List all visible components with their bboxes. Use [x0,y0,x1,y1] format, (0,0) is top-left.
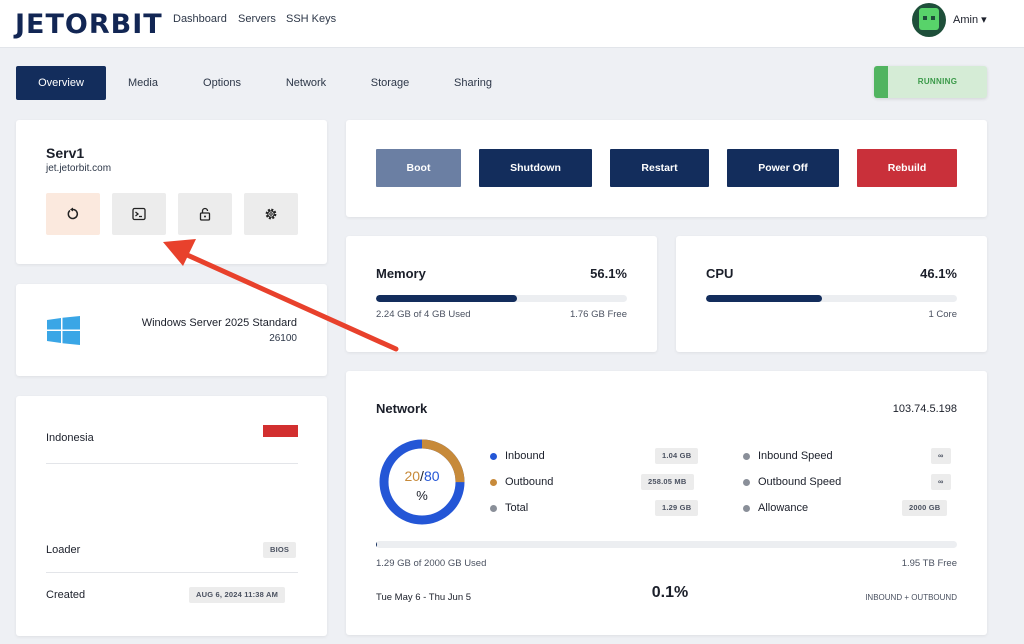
tab-storage[interactable]: Storage [360,66,420,100]
total-label: Total [505,502,529,514]
nav-ssh-keys[interactable]: SSH Keys [286,13,336,25]
outbound-label: Outbound [505,476,554,488]
lock-icon [199,207,211,221]
cpu-percent: 46.1% [920,266,957,281]
outbound-speed-value: ∞ [931,474,951,490]
status-indicator [874,66,888,98]
inbound-speed-value: ∞ [931,448,951,464]
inbound-label: Inbound [505,450,545,462]
cpu-bar-fill [706,295,822,302]
rebuild-button[interactable]: Rebuild [857,149,957,187]
created-label: Created [46,589,86,601]
memory-title: Memory [376,266,426,281]
inbound-speed-dot-icon [743,453,750,460]
cpu-card [676,236,987,352]
power-off-button[interactable]: Power Off [727,149,839,187]
os-name: Windows Server 2025 Standard [141,317,297,329]
outbound-value: 258.05 MB [641,474,694,490]
network-usage-bar-fill [376,541,377,548]
cpu-bar [706,295,957,302]
network-used: 1.29 GB of 2000 GB Used [376,558,487,569]
password-button[interactable] [178,193,232,235]
loader-value: BIOS [263,542,297,558]
server-name: Serv1 [46,145,85,161]
loader-label: Loader [46,544,81,556]
inbound-value: 1.04 GB [655,448,699,464]
location-label: Indonesia [46,432,94,444]
network-title: Network [376,401,428,416]
outbound-dot-icon [490,479,497,486]
allowance-label: Allowance [758,502,809,514]
tab-overview[interactable]: Overview [16,66,106,100]
tab-network[interactable]: Network [276,66,336,100]
boot-button[interactable]: Boot [376,149,461,187]
reset-icon [67,207,79,220]
total-value: 1.29 GB [655,500,699,516]
status-label: RUNNING [917,77,958,86]
outbound-speed-label: Outbound Speed [758,476,842,488]
divider [46,572,298,573]
restart-button[interactable]: Restart [610,149,709,187]
server-card [16,120,327,264]
nav-servers[interactable]: Servers [238,13,276,25]
settings-icon [265,208,277,220]
console-button[interactable] [112,193,166,235]
created-value: AUG 6, 2024 11:38 AM [189,587,286,603]
inbound-dot-icon [490,453,497,460]
tab-media[interactable]: Media [116,66,170,100]
brand-logo[interactable]: JETORBIT [15,9,163,40]
tab-sharing[interactable]: Sharing [443,66,503,100]
network-usage-bar [376,541,957,548]
billing-period: Tue May 6 - Thu Jun 5 [376,592,472,603]
network-ip: 103.74.5.198 [892,403,957,415]
divider [46,463,298,464]
memory-card [346,236,657,352]
memory-free: 1.76 GB Free [569,309,627,320]
server-hostname: jet.jetorbit.com [46,163,112,174]
robot-avatar-icon [919,8,939,30]
memory-used: 2.24 GB of 4 GB Used [376,309,471,320]
outbound-speed-dot-icon [743,479,750,486]
tab-options[interactable]: Options [192,66,252,100]
allowance-dot-icon [743,505,750,512]
top-navbar: JETORBIT Dashboard Servers SSH Keys Amin… [0,0,1024,48]
memory-bar-fill [376,295,517,302]
total-dot-icon [490,505,497,512]
reset-button[interactable] [46,193,100,235]
cpu-title: CPU [706,266,734,281]
user-menu[interactable]: Amin ▾ [953,13,987,26]
donut-value: 20/80 [404,468,440,484]
os-build: 26100 [269,333,297,344]
indonesia-flag-icon [263,425,298,437]
user-avatar[interactable] [912,3,946,37]
cpu-cores: 1 Core [928,309,957,320]
usage-scope: INBOUND + OUTBOUND [865,593,957,602]
network-free: 1.95 TB Free [901,558,957,569]
period-percent: 0.1% [651,584,689,601]
memory-bar [376,295,627,302]
console-icon [132,207,146,221]
shutdown-button[interactable]: Shutdown [479,149,592,187]
settings-button[interactable] [244,193,298,235]
donut-unit: % [416,488,428,503]
nav-dashboard[interactable]: Dashboard [173,13,227,25]
windows-icon [47,316,80,345]
status-badge: RUNNING [874,66,987,98]
memory-percent: 56.1% [590,266,627,281]
inbound-speed-label: Inbound Speed [758,450,833,462]
allowance-value: 2000 GB [902,500,948,516]
